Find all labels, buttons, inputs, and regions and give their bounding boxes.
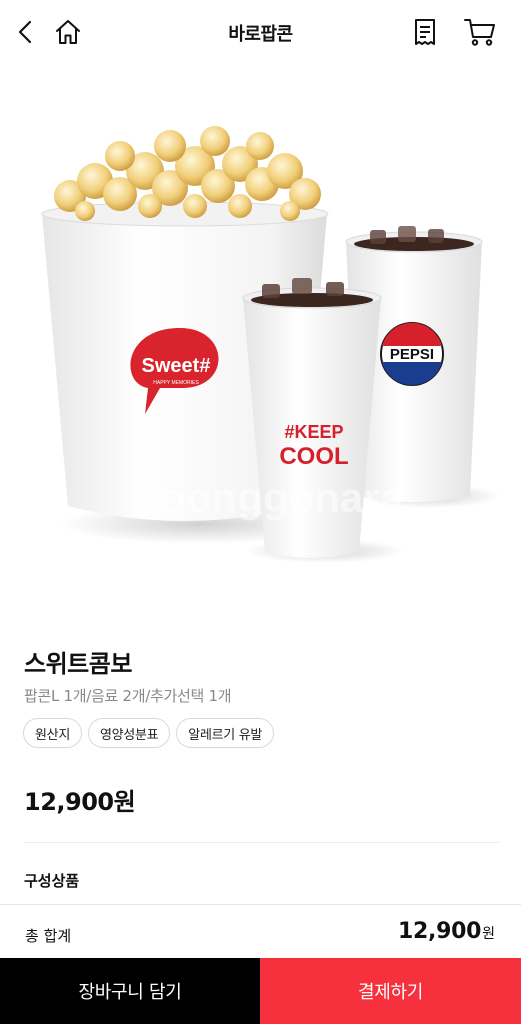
total-unit: 원: [482, 926, 495, 942]
cart-button[interactable]: [462, 14, 498, 50]
keep-cool-text-1: #KEEP: [284, 422, 343, 442]
composition-title: 구성상품: [24, 872, 80, 890]
total-label: 총 합계: [25, 927, 72, 945]
top-app-bar: 바로팝콘: [0, 0, 521, 66]
total-bar: 총 합계 12,900 원: [0, 904, 521, 958]
keep-cool-text-2: COOL: [279, 443, 348, 470]
popcorn: [54, 126, 321, 221]
divider: [24, 842, 499, 843]
home-icon: [56, 20, 80, 44]
allergy-chip[interactable]: 알레르기 유발: [176, 718, 275, 748]
product-image: Sweet# HAPPY MEMORIES PEPSI #KEEP COOL J…: [0, 66, 521, 626]
sweet-logo-subtext: HAPPY MEMORIES: [153, 380, 199, 386]
back-button[interactable]: [8, 14, 44, 50]
bottom-actions: 장바구니 담기 결제하기: [0, 958, 521, 1024]
chevron-left-icon: [18, 20, 32, 44]
product-description: 팝콘L 1개/음료 2개/추가선택 1개: [24, 687, 232, 705]
order-history-button[interactable]: [407, 14, 443, 50]
total-amount: 12,900 원: [398, 919, 495, 944]
receipt-icon: [415, 19, 435, 45]
nutrition-chip[interactable]: 영양성분표: [87, 718, 171, 748]
home-button[interactable]: [50, 14, 86, 50]
add-to-cart-button[interactable]: 장바구니 담기: [0, 958, 260, 1024]
total-number: 12,900: [398, 919, 482, 944]
info-chips: 원산지 영양성분표 알레르기 유발: [23, 718, 275, 748]
sweet-logo-text: Sweet#: [142, 355, 211, 377]
pay-button[interactable]: 결제하기: [260, 958, 521, 1024]
product-price: 12,900원: [24, 788, 136, 816]
watermark: Joonggonara: [137, 474, 404, 521]
cart-icon: [464, 19, 495, 46]
origin-chip[interactable]: 원산지: [23, 718, 82, 748]
pepsi-logo-text: PEPSI: [390, 346, 434, 363]
product-name: 스위트콤보: [24, 650, 132, 678]
